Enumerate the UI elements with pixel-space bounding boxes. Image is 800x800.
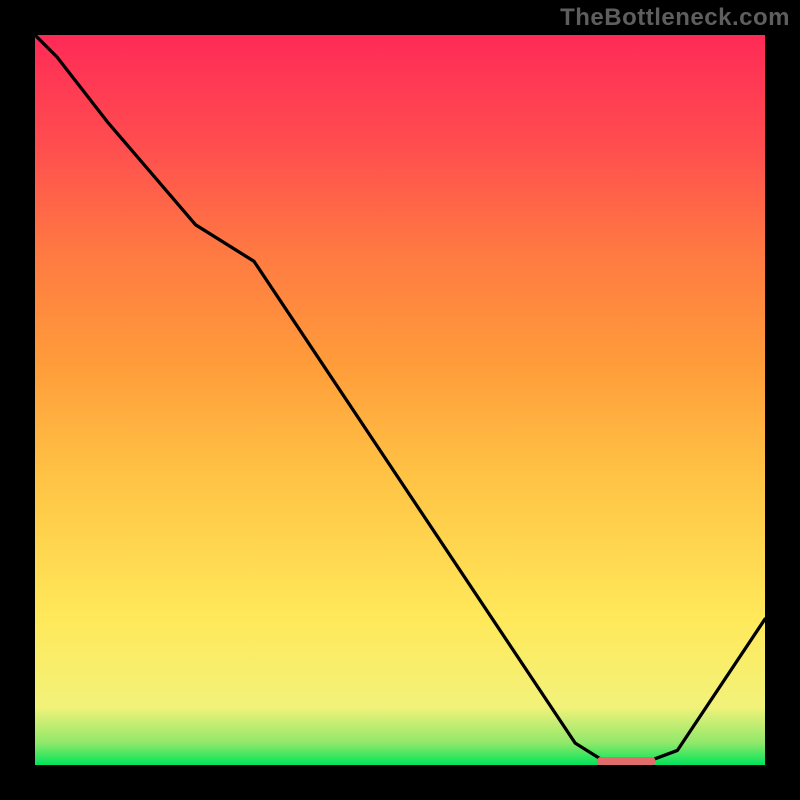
chart-svg (35, 35, 765, 765)
chart-background (35, 35, 765, 765)
optimum-marker (597, 757, 655, 765)
watermark-text: TheBottleneck.com (560, 4, 790, 32)
chart-frame: TheBottleneck.com (0, 0, 800, 800)
plot-area (35, 35, 765, 765)
